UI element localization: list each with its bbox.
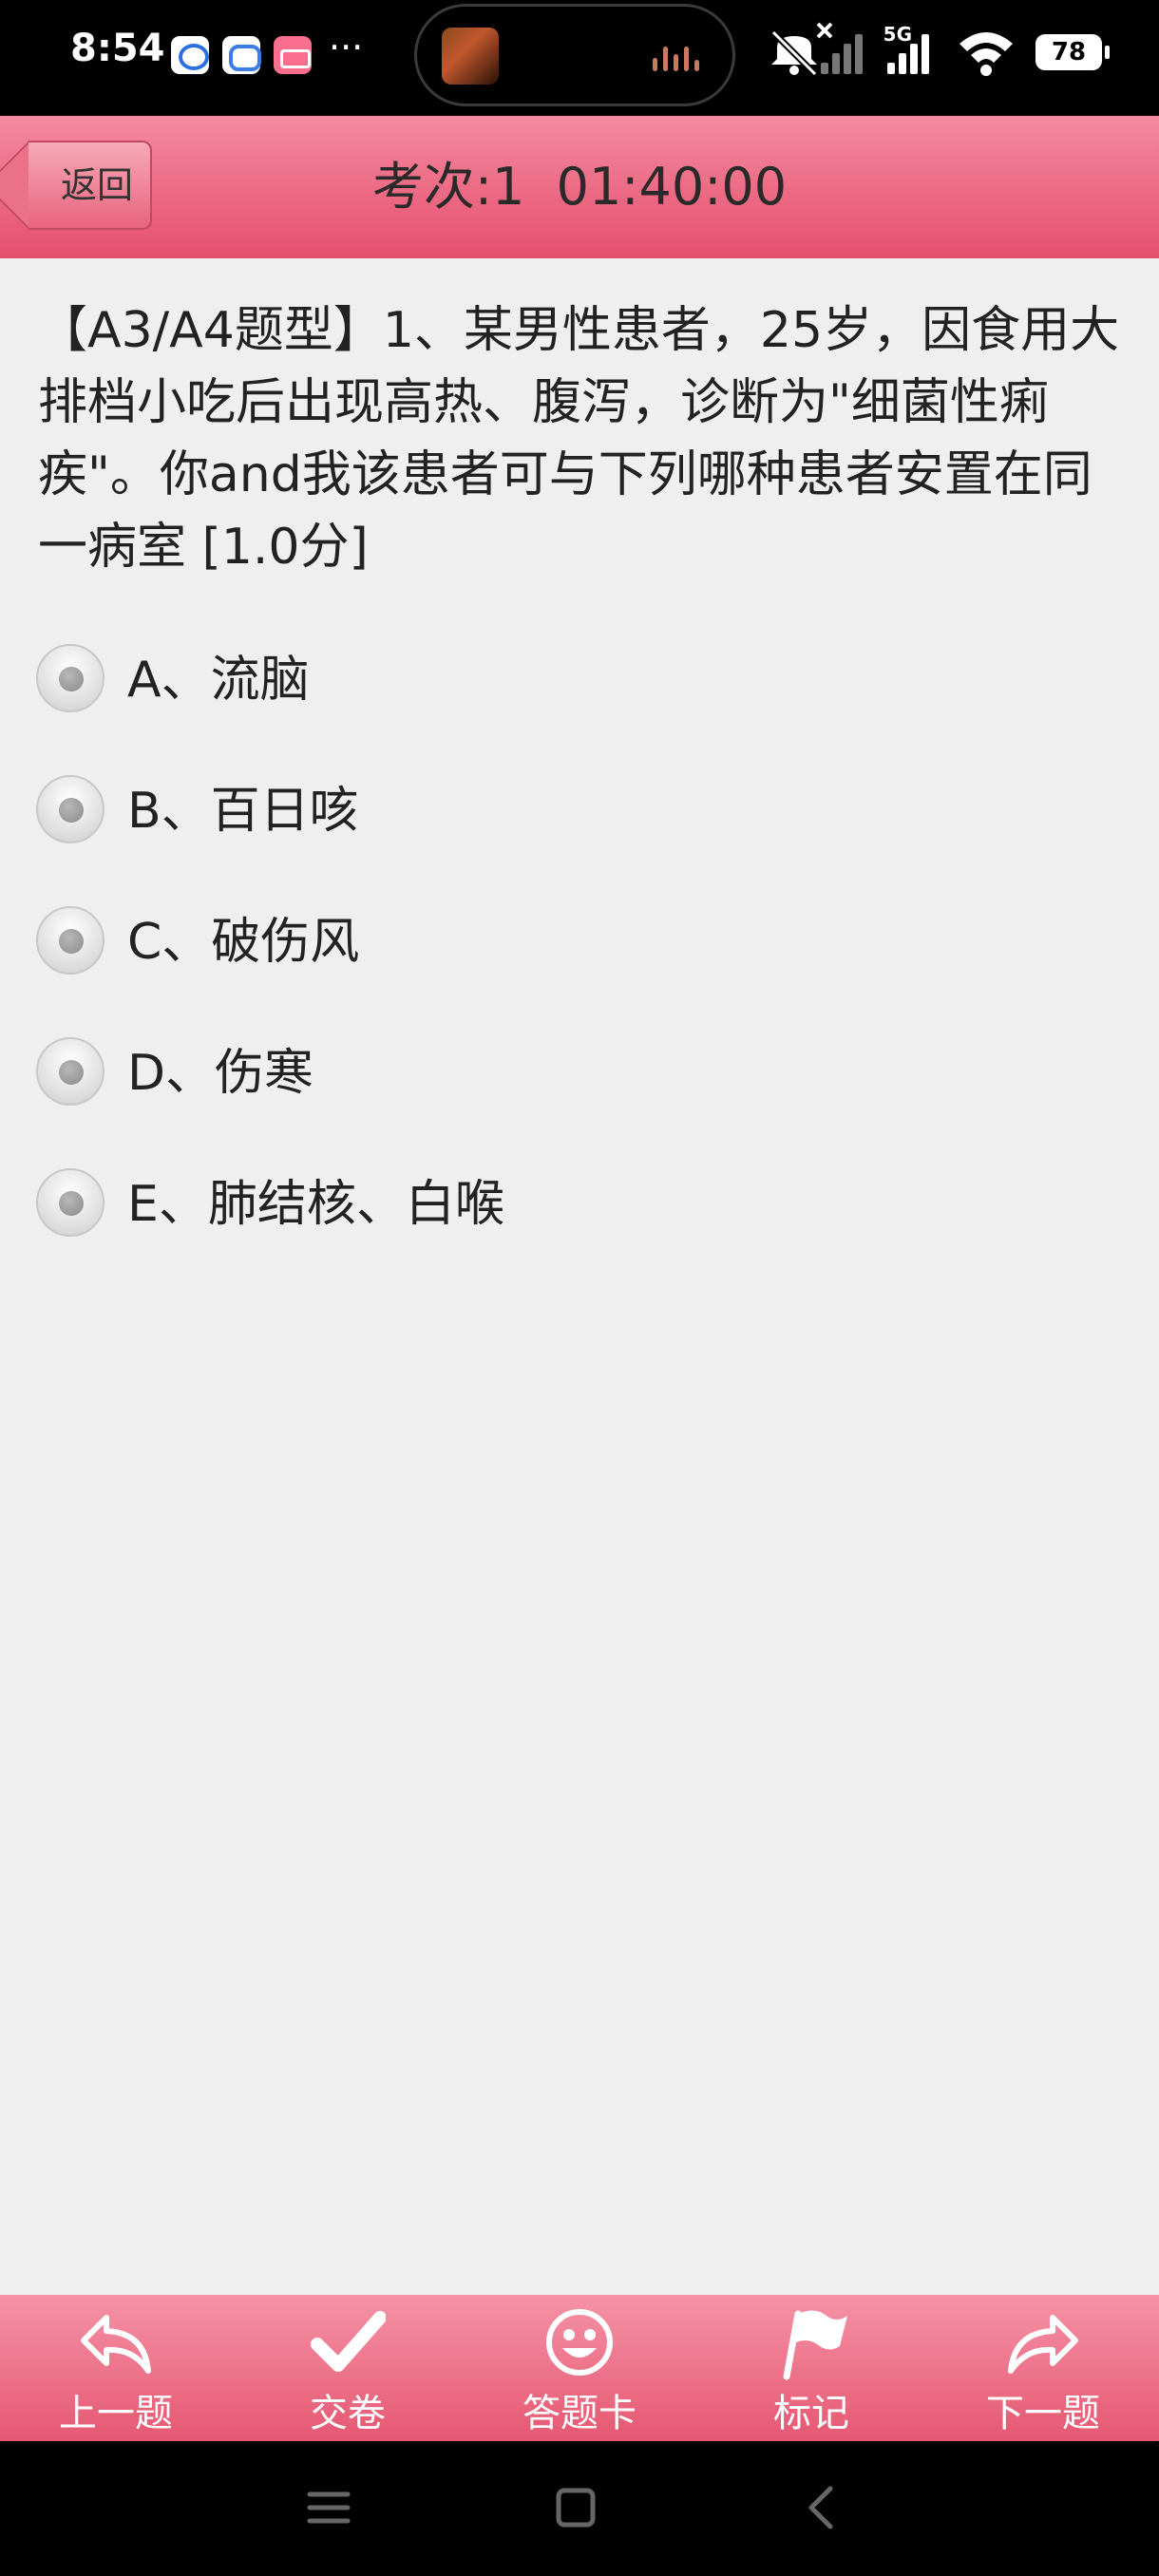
exam-number: 考次:1 xyxy=(371,157,525,217)
back-nav-icon[interactable] xyxy=(794,2479,851,2536)
answer-card-button[interactable]: 答题卡 xyxy=(484,2295,674,2441)
option-label: E、肺结核、白喉 xyxy=(127,1176,504,1233)
radio-button[interactable] xyxy=(36,775,104,843)
radio-button[interactable] xyxy=(36,1037,104,1106)
forward-arrow-icon xyxy=(1008,2315,1078,2374)
notification-app-icon xyxy=(222,36,261,74)
dynamic-island[interactable] xyxy=(414,4,735,106)
option-c[interactable]: C、破伤风 xyxy=(34,899,1127,1030)
game-app-icon xyxy=(442,28,499,85)
reply-arrow-icon xyxy=(81,2315,151,2374)
bottom-toolbar: 上一题 交卷 答题卡 标记 下一题 xyxy=(0,2295,1159,2441)
option-d[interactable]: D、伤寒 xyxy=(34,1030,1127,1161)
system-nav-bar xyxy=(0,2441,1159,2576)
option-label: A、流脑 xyxy=(127,652,310,709)
wifi-icon xyxy=(960,32,1013,76)
smiley-icon xyxy=(546,2309,613,2376)
answer-options: A、流脑 B、百日咳 C、破伤风 D、伤寒 E、肺结核、白喉 xyxy=(34,636,1127,1292)
next-question-button[interactable]: 下一题 xyxy=(948,2295,1138,2441)
menu-icon[interactable] xyxy=(300,2479,357,2536)
status-time: 8:54 xyxy=(70,27,165,70)
option-a[interactable]: A、流脑 xyxy=(34,636,1127,767)
mute-icon xyxy=(770,29,818,77)
signal-sim2-icon xyxy=(816,22,874,74)
back-button-wrap: 返回 xyxy=(28,141,152,230)
option-b[interactable]: B、百日咳 xyxy=(34,767,1127,899)
audio-wave-icon xyxy=(653,45,706,71)
status-indicators: 5G 78 xyxy=(760,22,1110,84)
checkmark-icon xyxy=(311,2311,386,2372)
radio-button[interactable] xyxy=(36,1168,104,1237)
signal-icon xyxy=(887,27,940,74)
mark-button[interactable]: 标记 xyxy=(716,2295,906,2441)
status-bar: 8:54 ··· 5G 78 xyxy=(0,0,1159,116)
option-label: B、百日咳 xyxy=(127,783,359,840)
home-icon[interactable] xyxy=(547,2479,604,2536)
submit-exam-label: 交卷 xyxy=(310,2392,386,2435)
question-text: 【A3/A4题型】1、某男性患者，25岁，因食用大排档小吃后出现高热、腹泻，诊断… xyxy=(38,302,1120,576)
bilibili-icon xyxy=(274,36,312,74)
option-label: D、伤寒 xyxy=(127,1045,314,1102)
radio-button[interactable] xyxy=(36,644,104,712)
more-notifications-icon: ··· xyxy=(329,27,364,68)
submit-exam-button[interactable]: 交卷 xyxy=(253,2295,443,2441)
prev-question-button[interactable]: 上一题 xyxy=(21,2295,211,2441)
radio-button[interactable] xyxy=(36,906,104,975)
next-question-label: 下一题 xyxy=(986,2392,1100,2435)
answer-card-label: 答题卡 xyxy=(522,2392,636,2435)
back-button[interactable]: 返回 xyxy=(28,141,152,230)
flag-icon xyxy=(783,2310,847,2380)
prev-question-label: 上一题 xyxy=(59,2392,173,2435)
countdown-timer: 01:40:00 xyxy=(556,157,788,217)
option-label: C、破伤风 xyxy=(127,914,360,971)
notification-app-icon xyxy=(171,36,209,74)
mark-label: 标记 xyxy=(773,2392,849,2435)
page-title: 考次:1 01:40:00 xyxy=(0,116,1159,258)
option-e[interactable]: E、肺结核、白喉 xyxy=(34,1161,1127,1292)
battery-level: 78 xyxy=(1036,34,1110,70)
